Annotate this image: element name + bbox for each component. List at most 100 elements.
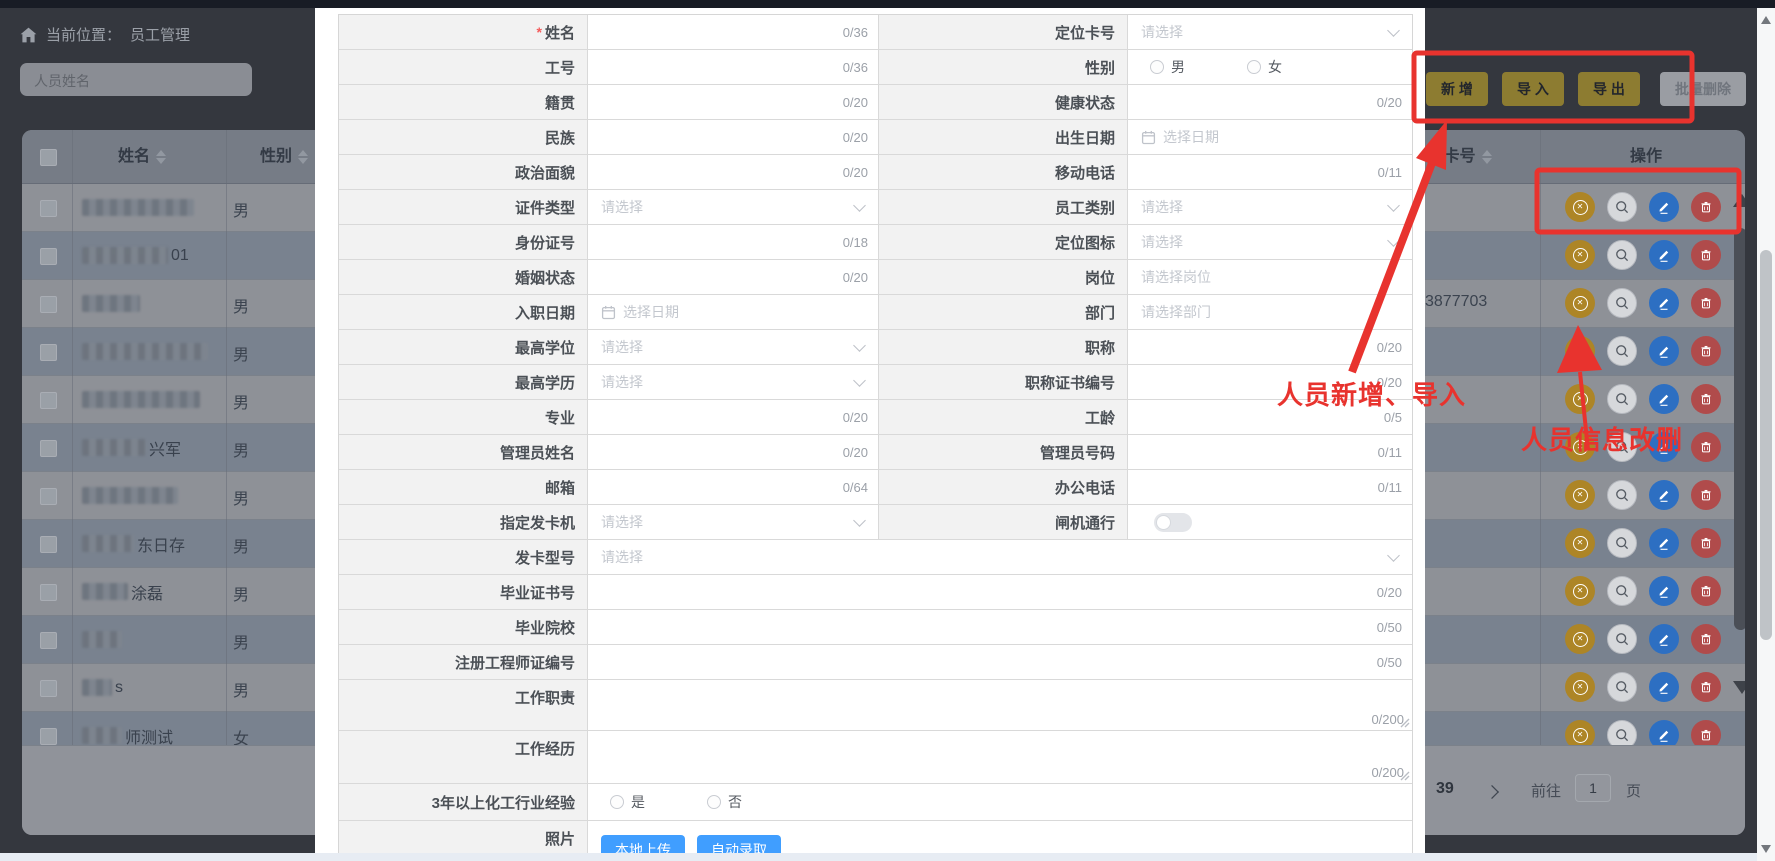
- field-employee-type[interactable]: 请选择: [1128, 190, 1412, 224]
- card-revoke-button[interactable]: ✕: [1565, 624, 1595, 654]
- delete-button[interactable]: [1691, 336, 1721, 366]
- field-id-type[interactable]: 请选择: [588, 190, 879, 224]
- edit-button[interactable]: [1649, 528, 1679, 558]
- field-admin-number[interactable]: 0/11: [1128, 435, 1412, 469]
- scrollbar-down-icon[interactable]: [1761, 845, 1771, 853]
- field-diploma-no[interactable]: 0/20: [588, 575, 1412, 609]
- delete-button[interactable]: [1691, 240, 1721, 270]
- view-button[interactable]: [1607, 384, 1637, 414]
- field-health-status[interactable]: 0/20: [1128, 85, 1412, 119]
- browser-scrollbar[interactable]: [1757, 8, 1775, 861]
- edit-button[interactable]: [1649, 480, 1679, 510]
- card-revoke-button[interactable]: ✕: [1565, 336, 1595, 366]
- delete-button[interactable]: [1691, 192, 1721, 222]
- export-button[interactable]: 导 出: [1578, 72, 1640, 106]
- card-revoke-button[interactable]: ✕: [1565, 720, 1595, 745]
- column-header-gender[interactable]: 性别: [260, 130, 308, 183]
- table-scroll-up-icon[interactable]: [1733, 194, 1745, 207]
- view-button[interactable]: [1607, 672, 1637, 702]
- edit-button[interactable]: [1649, 384, 1679, 414]
- card-revoke-button[interactable]: ✕: [1565, 288, 1595, 318]
- select-all-checkbox[interactable]: [40, 149, 57, 166]
- radio-option-女[interactable]: 女: [1247, 57, 1282, 77]
- field-highest-education[interactable]: 请选择: [588, 365, 879, 399]
- radio-option-是[interactable]: 是: [610, 792, 645, 812]
- field-mobile-phone[interactable]: 0/11: [1128, 155, 1412, 189]
- card-revoke-button[interactable]: ✕: [1565, 528, 1595, 558]
- resize-grip-icon[interactable]: [1399, 770, 1410, 781]
- delete-button[interactable]: [1691, 720, 1721, 745]
- card-revoke-button[interactable]: ✕: [1565, 576, 1595, 606]
- field-marital-status[interactable]: 0/20: [588, 260, 879, 294]
- field-admin-name[interactable]: 0/20: [588, 435, 879, 469]
- field-native-place[interactable]: 0/20: [588, 85, 879, 119]
- edit-button[interactable]: [1649, 240, 1679, 270]
- field-work-experience[interactable]: 0/200: [588, 731, 1412, 783]
- field-worker-id[interactable]: 0/36: [588, 50, 879, 84]
- field-office-phone[interactable]: 0/11: [1128, 470, 1412, 504]
- field-job-title[interactable]: 0/20: [1128, 330, 1412, 364]
- search-input[interactable]: 人员姓名: [20, 63, 252, 96]
- resize-grip-icon[interactable]: [1399, 717, 1410, 728]
- scrollbar-up-icon[interactable]: [1761, 16, 1771, 24]
- batch-delete-button[interactable]: 批量删除: [1660, 72, 1746, 106]
- card-revoke-button[interactable]: ✕: [1565, 240, 1595, 270]
- field-department[interactable]: 请选择部门: [1128, 295, 1412, 329]
- scrollbar-thumb[interactable]: [1760, 250, 1772, 640]
- sort-carets-icon[interactable]: [298, 150, 308, 164]
- view-button[interactable]: [1607, 720, 1637, 745]
- view-button[interactable]: [1607, 528, 1637, 558]
- field-chemical-experience[interactable]: 是否: [588, 784, 1412, 820]
- sort-carets-icon[interactable]: [156, 150, 166, 164]
- edit-button[interactable]: [1649, 288, 1679, 318]
- table-scrollbar-thumb[interactable]: [1734, 228, 1745, 630]
- table-scroll-down-icon[interactable]: [1733, 681, 1745, 694]
- delete-button[interactable]: [1691, 624, 1721, 654]
- view-button[interactable]: [1607, 240, 1637, 270]
- field-locate-icon[interactable]: 请选择: [1128, 225, 1412, 259]
- delete-button[interactable]: [1691, 528, 1721, 558]
- view-button[interactable]: [1607, 480, 1637, 510]
- add-button[interactable]: 新 增: [1426, 72, 1488, 106]
- field-id-number[interactable]: 0/18: [588, 225, 879, 259]
- next-page-icon[interactable]: [1485, 785, 1499, 799]
- field-gate-pass[interactable]: [1128, 505, 1412, 539]
- edit-button[interactable]: [1649, 720, 1679, 745]
- delete-button[interactable]: [1691, 480, 1721, 510]
- edit-button[interactable]: [1649, 336, 1679, 366]
- field-birth-date[interactable]: 选择日期: [1128, 120, 1412, 154]
- delete-button[interactable]: [1691, 672, 1721, 702]
- field-card-issuer[interactable]: 请选择: [588, 505, 879, 539]
- toggle-gate-pass[interactable]: [1154, 513, 1192, 532]
- import-button[interactable]: 导 入: [1502, 72, 1564, 106]
- field-hire-date[interactable]: 选择日期: [588, 295, 879, 329]
- goto-page-input[interactable]: 1: [1575, 774, 1611, 802]
- card-revoke-button[interactable]: ✕: [1565, 672, 1595, 702]
- edit-button[interactable]: [1649, 576, 1679, 606]
- column-header-name[interactable]: 姓名: [118, 130, 166, 183]
- field-highest-degree[interactable]: 请选择: [588, 330, 879, 364]
- field-job-duty[interactable]: 0/200: [588, 680, 1412, 730]
- field-post[interactable]: 请选择岗位: [1128, 260, 1412, 294]
- card-revoke-button[interactable]: ✕: [1565, 480, 1595, 510]
- column-header-ic-card[interactable]: C卡号: [1432, 130, 1492, 183]
- radio-option-男[interactable]: 男: [1150, 57, 1185, 77]
- view-button[interactable]: [1607, 624, 1637, 654]
- edit-button[interactable]: [1649, 624, 1679, 654]
- delete-button[interactable]: [1691, 384, 1721, 414]
- sort-carets-icon[interactable]: [1482, 150, 1492, 164]
- view-button[interactable]: [1607, 576, 1637, 606]
- field-major[interactable]: 0/20: [588, 400, 879, 434]
- field-political-status[interactable]: 0/20: [588, 155, 879, 189]
- field-ethnicity[interactable]: 0/20: [588, 120, 879, 154]
- field-gender[interactable]: 男女: [1128, 50, 1412, 84]
- edit-button[interactable]: [1649, 672, 1679, 702]
- view-button[interactable]: [1607, 336, 1637, 366]
- field-engineer-cert-no[interactable]: 0/50: [588, 645, 1412, 679]
- delete-button[interactable]: [1691, 432, 1721, 462]
- delete-button[interactable]: [1691, 576, 1721, 606]
- field-card-model[interactable]: 请选择: [588, 540, 1412, 574]
- view-button[interactable]: [1607, 288, 1637, 318]
- field-name[interactable]: 0/36: [588, 15, 879, 49]
- card-revoke-button[interactable]: ✕: [1565, 384, 1595, 414]
